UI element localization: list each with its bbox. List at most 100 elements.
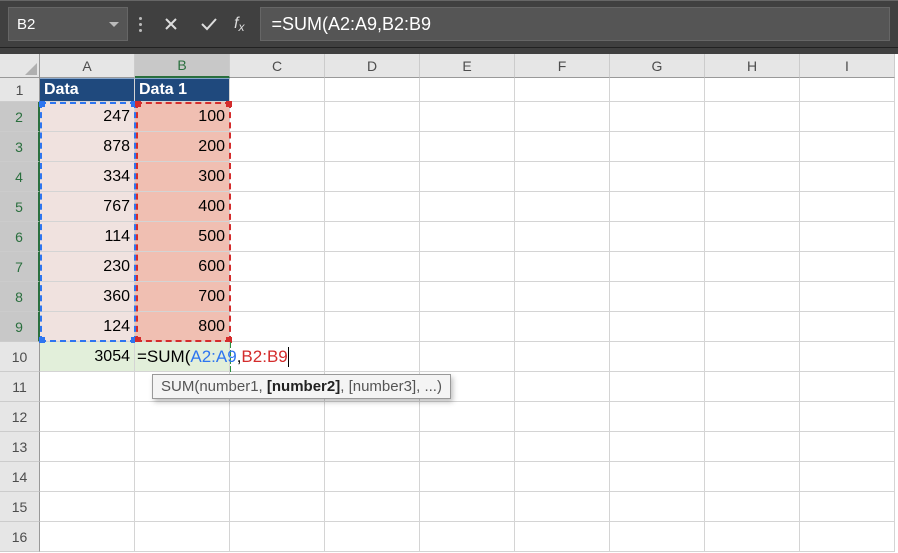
cell-C5[interactable] (230, 192, 325, 222)
cell-F11[interactable] (515, 372, 610, 402)
cell-H14[interactable] (705, 462, 800, 492)
cell-G15[interactable] (610, 492, 705, 522)
cell-E16[interactable] (420, 522, 515, 552)
cell-C1[interactable] (230, 78, 325, 102)
column-header-E[interactable]: E (420, 54, 515, 78)
cell-D10[interactable] (325, 342, 420, 372)
cell-A8[interactable]: 360 (40, 282, 135, 312)
cell-D3[interactable] (325, 132, 420, 162)
cell-G14[interactable] (610, 462, 705, 492)
cell-C2[interactable] (230, 102, 325, 132)
column-header-F[interactable]: F (515, 54, 610, 78)
cell-A12[interactable] (40, 402, 135, 432)
row-header-13[interactable]: 13 (0, 432, 40, 462)
cell-D12[interactable] (325, 402, 420, 432)
cell-B12[interactable] (135, 402, 230, 432)
cell-B13[interactable] (135, 432, 230, 462)
cell-H2[interactable] (705, 102, 800, 132)
cell-G7[interactable] (610, 252, 705, 282)
cell-E10[interactable] (420, 342, 515, 372)
cell-I7[interactable] (800, 252, 895, 282)
cell-F16[interactable] (515, 522, 610, 552)
cell-I4[interactable] (800, 162, 895, 192)
cell-B9[interactable]: 800 (135, 312, 230, 342)
cell-B8[interactable]: 700 (135, 282, 230, 312)
cell-E12[interactable] (420, 402, 515, 432)
spreadsheet-grid[interactable]: ABCDEFGHI 12345678910111213141516 DataDa… (0, 54, 898, 553)
cell-F14[interactable] (515, 462, 610, 492)
cell-A9[interactable]: 124 (40, 312, 135, 342)
cell-E8[interactable] (420, 282, 515, 312)
cell-H9[interactable] (705, 312, 800, 342)
row-header-7[interactable]: 7 (0, 252, 40, 282)
cell-D1[interactable] (325, 78, 420, 102)
cell-I12[interactable] (800, 402, 895, 432)
cell-I8[interactable] (800, 282, 895, 312)
row-header-1[interactable]: 1 (0, 78, 40, 102)
cell-B10[interactable]: =SUM(A2:A9,B2:B9 (135, 342, 230, 372)
cell-F5[interactable] (515, 192, 610, 222)
cell-B7[interactable]: 600 (135, 252, 230, 282)
cell-A13[interactable] (40, 432, 135, 462)
cell-G10[interactable] (610, 342, 705, 372)
cell-B5[interactable]: 400 (135, 192, 230, 222)
cell-I3[interactable] (800, 132, 895, 162)
cell-I1[interactable] (800, 78, 895, 102)
row-header-3[interactable]: 3 (0, 132, 40, 162)
cell-H5[interactable] (705, 192, 800, 222)
cell-F9[interactable] (515, 312, 610, 342)
cell-E1[interactable] (420, 78, 515, 102)
cell-H3[interactable] (705, 132, 800, 162)
row-header-9[interactable]: 9 (0, 312, 40, 342)
cell-H13[interactable] (705, 432, 800, 462)
cell-H4[interactable] (705, 162, 800, 192)
formula-input[interactable]: =SUM(A2:A9,B2:B9 (260, 7, 890, 41)
row-header-12[interactable]: 12 (0, 402, 40, 432)
row-header-16[interactable]: 16 (0, 522, 40, 552)
cell-A5[interactable]: 767 (40, 192, 135, 222)
cell-H10[interactable] (705, 342, 800, 372)
cell-G6[interactable] (610, 222, 705, 252)
select-all-corner[interactable] (0, 54, 40, 78)
cell-G16[interactable] (610, 522, 705, 552)
cell-F1[interactable] (515, 78, 610, 102)
cell-E9[interactable] (420, 312, 515, 342)
cell-G11[interactable] (610, 372, 705, 402)
cell-H11[interactable] (705, 372, 800, 402)
row-header-15[interactable]: 15 (0, 492, 40, 522)
column-header-B[interactable]: B (135, 54, 230, 78)
row-header-5[interactable]: 5 (0, 192, 40, 222)
cell-C16[interactable] (230, 522, 325, 552)
cell-A3[interactable]: 878 (40, 132, 135, 162)
cell-G8[interactable] (610, 282, 705, 312)
cell-B15[interactable] (135, 492, 230, 522)
cell-E15[interactable] (420, 492, 515, 522)
cell-B4[interactable]: 300 (135, 162, 230, 192)
cell-I11[interactable] (800, 372, 895, 402)
cell-F10[interactable] (515, 342, 610, 372)
cell-G12[interactable] (610, 402, 705, 432)
cell-C9[interactable] (230, 312, 325, 342)
row-header-2[interactable]: 2 (0, 102, 40, 132)
cell-A15[interactable] (40, 492, 135, 522)
cell-H6[interactable] (705, 222, 800, 252)
cell-C3[interactable] (230, 132, 325, 162)
cell-F15[interactable] (515, 492, 610, 522)
cell-H8[interactable] (705, 282, 800, 312)
row-header-10[interactable]: 10 (0, 342, 40, 372)
cell-D16[interactable] (325, 522, 420, 552)
cell-D14[interactable] (325, 462, 420, 492)
cell-F12[interactable] (515, 402, 610, 432)
cell-H7[interactable] (705, 252, 800, 282)
cell-F4[interactable] (515, 162, 610, 192)
cell-C14[interactable] (230, 462, 325, 492)
cell-F6[interactable] (515, 222, 610, 252)
cell-B16[interactable] (135, 522, 230, 552)
cell-C15[interactable] (230, 492, 325, 522)
name-box[interactable]: B2 (8, 7, 128, 41)
cell-D7[interactable] (325, 252, 420, 282)
column-header-A[interactable]: A (40, 54, 135, 78)
column-header-H[interactable]: H (705, 54, 800, 78)
cell-D13[interactable] (325, 432, 420, 462)
cell-G9[interactable] (610, 312, 705, 342)
